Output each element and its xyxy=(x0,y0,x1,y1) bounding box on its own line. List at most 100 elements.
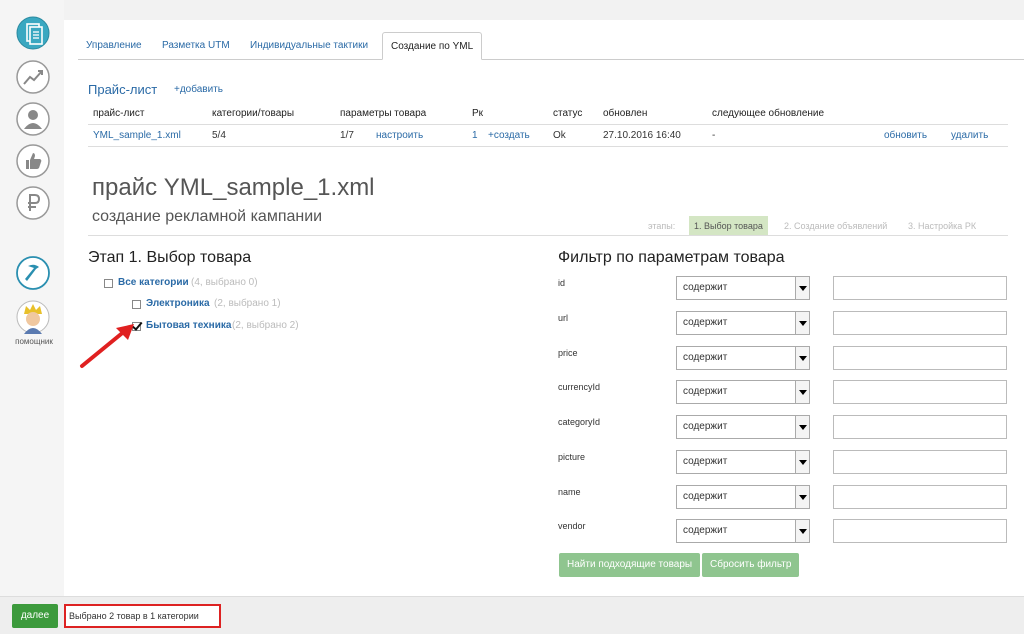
add-pricelist-link[interactable]: +добавить xyxy=(174,84,223,95)
file-link[interactable]: YML_sample_1.xml xyxy=(93,130,181,141)
select-value: содержит xyxy=(683,352,728,363)
table-divider xyxy=(88,124,1008,125)
category-appliances-label[interactable]: Бытовая техника xyxy=(146,320,231,331)
filter-label-categoryid: categoryId xyxy=(558,417,601,427)
tab-bar: Управление Разметка UTM Индивидуальные т… xyxy=(78,32,1024,60)
filter-select-categoryid[interactable]: содержит xyxy=(676,415,810,439)
select-value: содержит xyxy=(683,525,728,536)
electronics-checkbox[interactable] xyxy=(132,300,141,309)
filter-label-id: id xyxy=(558,278,566,288)
col-next-update: следующее обновление xyxy=(712,108,825,119)
filter-label-vendor: vendor xyxy=(558,521,586,531)
configure-link[interactable]: настроить xyxy=(376,130,423,141)
hammer-icon[interactable] xyxy=(16,256,50,290)
col-updated: обновлен xyxy=(603,108,648,119)
create-rk-link[interactable]: +создать xyxy=(488,130,530,141)
section-divider xyxy=(88,235,1008,236)
footer-bar: далее Выбрано 2 товар в 1 категории xyxy=(0,596,1024,634)
filter-input-categoryid[interactable] xyxy=(833,415,1007,439)
filter-select-url[interactable]: содержит xyxy=(676,311,810,335)
assistant-label: помощник xyxy=(15,337,53,346)
tab-create-by-yml[interactable]: Создание по YML xyxy=(382,32,483,60)
refresh-link[interactable]: обновить xyxy=(884,130,927,141)
updated-value: 27.10.2016 16:40 xyxy=(603,130,681,141)
status-value: Ok xyxy=(553,130,566,141)
chevron-down-icon xyxy=(795,486,809,508)
filter-select-name[interactable]: содержит xyxy=(676,485,810,509)
col-pricelist: прайс-лист xyxy=(93,108,145,119)
tab-individual-tactics[interactable]: Индивидуальные тактики xyxy=(242,32,376,60)
col-params: параметры товара xyxy=(340,108,427,119)
all-categories-checkbox[interactable] xyxy=(104,279,113,288)
chevron-down-icon xyxy=(795,416,809,438)
pricelist-header: Прайс-лист xyxy=(88,82,158,97)
filter-label-currencyid: currencyId xyxy=(558,382,601,392)
filter-label-price: price xyxy=(558,348,578,358)
red-arrow-annotation-icon xyxy=(80,324,134,368)
selected-summary: Выбрано 2 товар в 1 категории xyxy=(64,604,221,628)
chevron-down-icon xyxy=(795,312,809,334)
user-icon[interactable] xyxy=(16,102,50,136)
main-panel: Управление Разметка UTM Индивидуальные т… xyxy=(64,20,1024,596)
assistant-avatar-icon[interactable] xyxy=(16,300,50,334)
filter-select-vendor[interactable]: содержит xyxy=(676,519,810,543)
select-value: содержит xyxy=(683,491,728,502)
next-update-value: - xyxy=(712,130,716,141)
filter-input-vendor[interactable] xyxy=(833,519,1007,543)
chart-icon[interactable] xyxy=(16,60,50,94)
col-categories: категории/товары xyxy=(212,108,295,119)
col-status: статус xyxy=(553,108,583,119)
categories-value: 5/4 xyxy=(212,130,226,141)
params-value: 1/7 xyxy=(340,130,354,141)
stages-label: этапы: xyxy=(648,221,676,231)
chevron-down-icon xyxy=(795,347,809,369)
select-value: содержит xyxy=(683,421,728,432)
filter-input-url[interactable] xyxy=(833,311,1007,335)
documents-icon[interactable] xyxy=(16,16,50,50)
filter-title: Фильтр по параметрам товара xyxy=(558,249,785,266)
thumbs-up-icon[interactable] xyxy=(16,144,50,178)
category-all-label[interactable]: Все категории xyxy=(118,277,189,288)
filter-label-url: url xyxy=(558,313,569,323)
chevron-down-icon xyxy=(795,381,809,403)
next-button[interactable]: далее xyxy=(12,604,58,628)
select-value: содержит xyxy=(683,456,728,467)
filter-select-id[interactable]: содержит xyxy=(676,276,810,300)
filter-label-name: name xyxy=(558,487,581,497)
category-all-count: (4, выбрано 0) xyxy=(191,277,258,288)
sidebar: помощник xyxy=(0,0,64,596)
delete-link[interactable]: удалить xyxy=(951,130,988,141)
filter-select-picture[interactable]: содержит xyxy=(676,450,810,474)
category-appliances-count: (2, выбрано 2) xyxy=(232,320,299,331)
ruble-icon[interactable] xyxy=(16,186,50,220)
page-subtitle: создание рекламной кампании xyxy=(92,208,323,225)
select-value: содержит xyxy=(683,386,728,397)
reset-filter-button[interactable]: Сбросить фильтр xyxy=(702,553,800,577)
select-value: содержит xyxy=(683,317,728,328)
chevron-down-icon xyxy=(795,520,809,542)
stage-2[interactable]: 2. Создание объявлений xyxy=(784,216,887,236)
filter-input-id[interactable] xyxy=(833,276,1007,300)
filter-label-picture: picture xyxy=(558,452,586,462)
category-electronics-count: (2, выбрано 1) xyxy=(214,298,281,309)
rk-count-link[interactable]: 1 xyxy=(472,130,478,141)
page-title: прайс YML_sample_1.xml xyxy=(92,174,375,201)
filter-input-currencyid[interactable] xyxy=(833,380,1007,404)
table-divider xyxy=(88,146,1008,147)
stage-1[interactable]: 1. Выбор товара xyxy=(689,216,768,236)
filter-input-name[interactable] xyxy=(833,485,1007,509)
filter-input-picture[interactable] xyxy=(833,450,1007,474)
step1-title: Этап 1. Выбор товара xyxy=(88,249,252,266)
chevron-down-icon xyxy=(795,451,809,473)
select-value: содержит xyxy=(683,282,728,293)
tab-utm-markup[interactable]: Разметка UTM xyxy=(154,32,238,60)
chevron-down-icon xyxy=(795,277,809,299)
category-electronics-label[interactable]: Электроника xyxy=(146,298,210,309)
stage-3[interactable]: 3. Настройка РК xyxy=(908,216,976,236)
tab-management[interactable]: Управление xyxy=(78,32,150,60)
col-rk: Рк xyxy=(472,108,484,119)
filter-select-currencyid[interactable]: содержит xyxy=(676,380,810,404)
find-products-button[interactable]: Найти подходящие товары xyxy=(559,553,701,577)
filter-input-price[interactable] xyxy=(833,346,1007,370)
filter-select-price[interactable]: содержит xyxy=(676,346,810,370)
